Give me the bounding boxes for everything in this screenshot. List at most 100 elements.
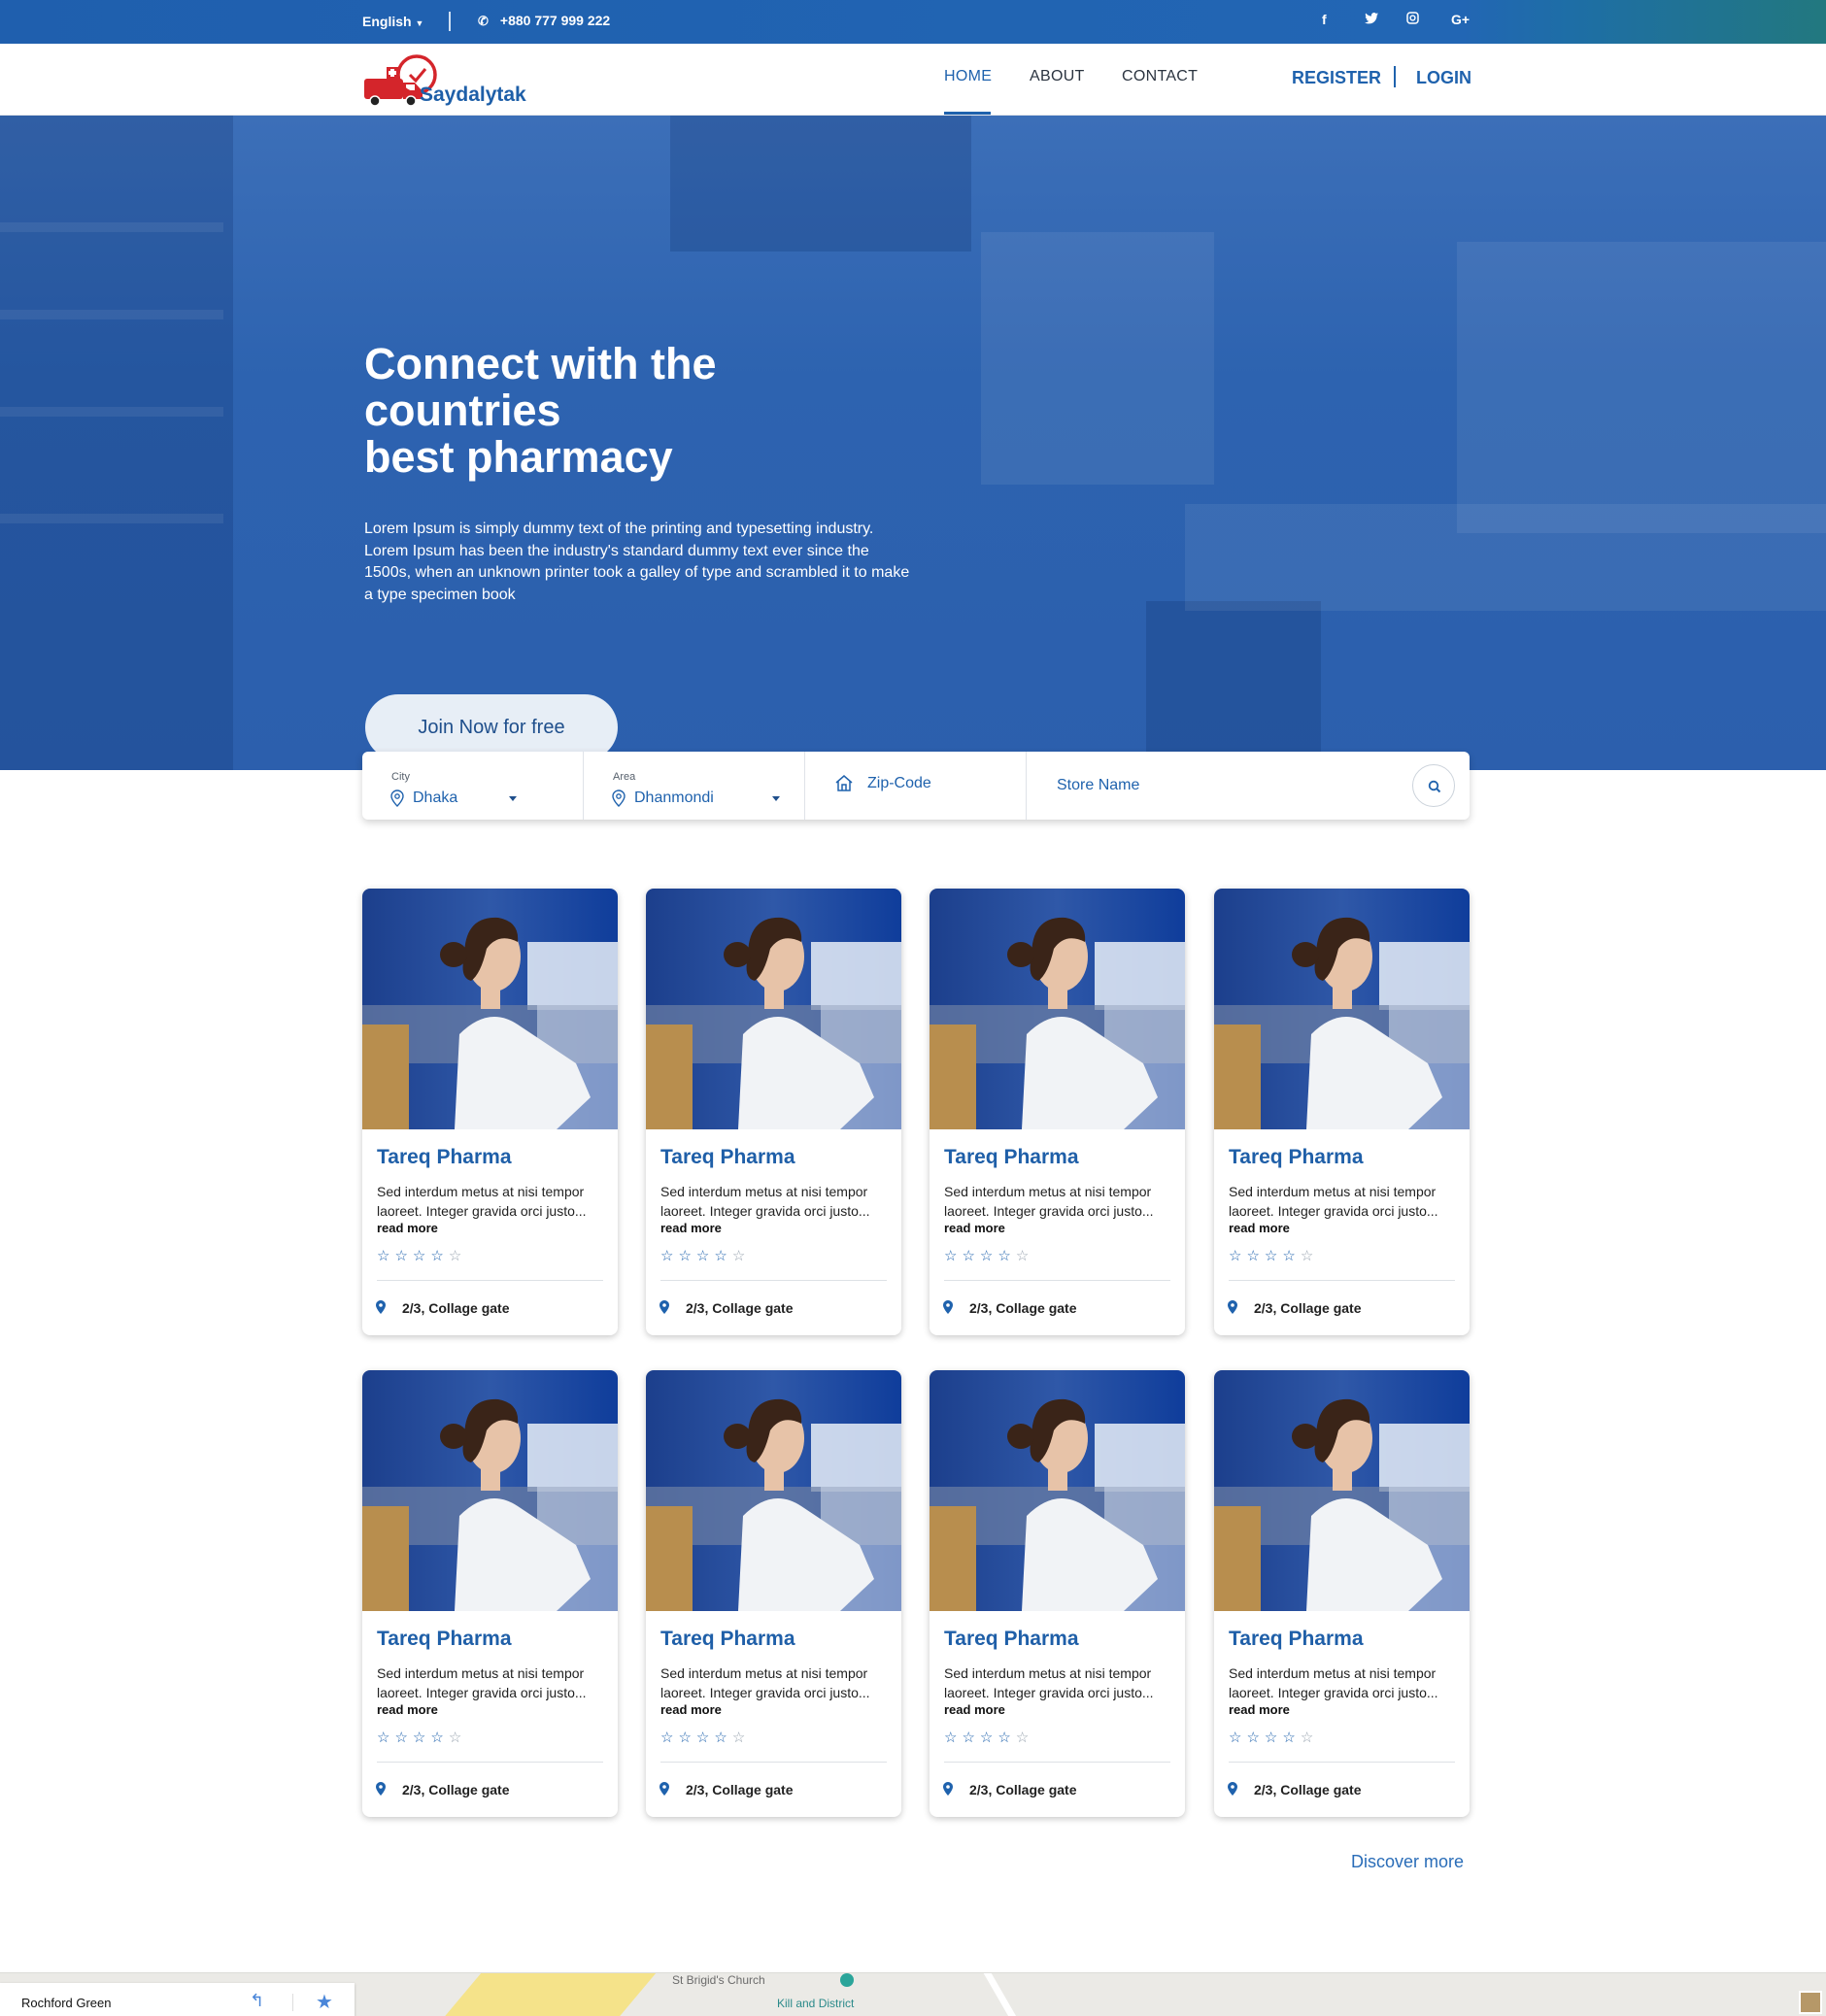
directions-icon[interactable]: ↰	[250, 1991, 264, 2011]
pharmacy-name[interactable]: Tareq Pharma	[1229, 1146, 1364, 1169]
search-button[interactable]	[1412, 764, 1455, 807]
pharmacist-photo[interactable]	[362, 889, 618, 1129]
pharmacy-card[interactable]: Tareq Pharma Sed interdum metus at nisi t…	[1214, 1370, 1470, 1817]
read-more-link[interactable]: read more	[660, 1702, 722, 1717]
star-icon: ☆	[1015, 1730, 1034, 1746]
logo-text[interactable]: Saydalytak	[420, 84, 526, 107]
pharmacy-address: 2/3, Collage gate	[402, 1300, 510, 1316]
google-plus-icon[interactable]: G+	[1451, 12, 1470, 27]
store-name-field[interactable]: Store Name	[1057, 777, 1139, 794]
pharmacy-card[interactable]: Tareq Pharma Sed interdum metus at nisi t…	[362, 889, 618, 1335]
city-select[interactable]: City Dhaka	[362, 752, 584, 820]
read-more-link[interactable]: read more	[377, 1702, 438, 1717]
register-link[interactable]: REGISTER	[1292, 68, 1381, 88]
pharmacy-name[interactable]: Tareq Pharma	[660, 1146, 795, 1169]
read-more-link[interactable]: read more	[660, 1221, 722, 1235]
facebook-icon[interactable]: f	[1322, 12, 1327, 27]
join-now-button[interactable]: Join Now for free	[365, 694, 618, 760]
star-icon: ☆	[1300, 1730, 1319, 1746]
counter-decoration	[1185, 504, 1826, 611]
nav-contact[interactable]: CONTACT	[1122, 68, 1198, 85]
pharmacy-card[interactable]: Tareq Pharma Sed interdum metus at nisi t…	[362, 1370, 618, 1817]
star-icon: ☆	[979, 1730, 998, 1746]
pharmacist-photo[interactable]	[930, 1370, 1185, 1611]
pharmacy-name[interactable]: Tareq Pharma	[1229, 1628, 1364, 1651]
nav-home[interactable]: HOME	[944, 68, 992, 85]
star-icon: ☆	[1300, 1248, 1319, 1264]
zip-code-placeholder: Zip-Code	[867, 775, 931, 791]
city-label: City	[391, 771, 410, 783]
star-icon: ☆	[412, 1730, 431, 1746]
divider	[449, 12, 451, 31]
pharmacy-name[interactable]: Tareq Pharma	[944, 1146, 1079, 1169]
area-select[interactable]: Area Dhanmondi	[584, 752, 805, 820]
shelf-decoration	[0, 310, 223, 319]
hero-description: Lorem Ipsum is simply dummy text of the …	[364, 521, 910, 603]
pharmacy-description: Sed interdum metus at nisi tempor laoree…	[1229, 1184, 1438, 1219]
pharmacy-address: 2/3, Collage gate	[969, 1300, 1077, 1316]
pharmacy-name[interactable]: Tareq Pharma	[377, 1628, 512, 1651]
discover-more-link[interactable]: Discover more	[1351, 1852, 1464, 1872]
location-pin-icon	[1228, 1782, 1237, 1796]
pharmacist-photo[interactable]	[1214, 889, 1470, 1129]
pharmacy-name[interactable]: Tareq Pharma	[944, 1628, 1079, 1651]
pharmacy-card[interactable]: Tareq Pharma Sed interdum metus at nisi t…	[646, 1370, 901, 1817]
star-icon: ☆	[944, 1730, 963, 1746]
pharmacist-photo[interactable]	[362, 1370, 618, 1611]
divider	[1394, 66, 1396, 87]
rating-stars: ☆☆☆☆☆	[377, 1247, 466, 1264]
pharmacy-card[interactable]: Tareq Pharma Sed interdum metus at nisi t…	[1214, 889, 1470, 1335]
map-marker-icon[interactable]	[840, 1973, 854, 1987]
map-place-card: Rochford Green ↰ ★	[0, 1983, 355, 2016]
location-pin-icon	[943, 1300, 953, 1314]
pharmacy-name[interactable]: Tareq Pharma	[660, 1628, 795, 1651]
pharmacist-photo[interactable]	[1214, 1370, 1470, 1611]
read-more-link[interactable]: read more	[1229, 1702, 1290, 1717]
star-icon: ☆	[731, 1730, 751, 1746]
twitter-icon[interactable]	[1365, 12, 1378, 27]
star-icon: ☆	[695, 1248, 715, 1264]
phone-number[interactable]: ✆ +880 777 999 222	[478, 13, 610, 29]
pharmacy-card[interactable]: Tareq Pharma Sed interdum metus at nisi t…	[646, 889, 901, 1335]
pharmacy-card[interactable]: Tareq Pharma Sed interdum metus at nisi t…	[930, 1370, 1185, 1817]
read-more-link[interactable]: read more	[944, 1702, 1005, 1717]
map-label: St Brigid's Church	[672, 1973, 765, 1987]
shelf-decoration	[0, 514, 223, 523]
rating-stars: ☆☆☆☆☆	[1229, 1247, 1318, 1264]
hero-slider: Connect with the countries best pharmacy…	[0, 116, 1826, 770]
star-icon: ☆	[731, 1248, 751, 1264]
hero-title-line: best pharmacy	[364, 432, 673, 482]
shelf-decoration	[1457, 242, 1826, 533]
star-icon: ☆	[962, 1248, 980, 1264]
nav-about[interactable]: ABOUT	[1030, 68, 1085, 85]
pharmacist-photo[interactable]	[646, 889, 901, 1129]
star-icon: ☆	[394, 1730, 413, 1746]
login-link[interactable]: LOGIN	[1416, 68, 1471, 88]
navbar: Saydalytak HOME ABOUT CONTACT REGISTER L…	[0, 44, 1826, 116]
pharmacy-card[interactable]: Tareq Pharma Sed interdum metus at nisi t…	[930, 889, 1185, 1335]
pharmacy-address: 2/3, Collage gate	[686, 1782, 794, 1798]
rating-stars: ☆☆☆☆☆	[377, 1729, 466, 1746]
sign-decoration	[670, 116, 971, 252]
pharmacist-photo[interactable]	[646, 1370, 901, 1611]
home-icon	[835, 775, 853, 791]
star-icon: ☆	[714, 1248, 732, 1264]
instagram-icon[interactable]	[1406, 12, 1419, 27]
pharmacist-photo[interactable]	[930, 889, 1185, 1129]
star-icon: ☆	[1229, 1730, 1247, 1746]
divider	[944, 1762, 1170, 1763]
read-more-link[interactable]: read more	[944, 1221, 1005, 1235]
map-thumbnail[interactable]	[1799, 1991, 1822, 2014]
divider	[377, 1280, 603, 1281]
pharmacy-name[interactable]: Tareq Pharma	[377, 1146, 512, 1169]
star-icon[interactable]: ★	[316, 1990, 333, 2014]
zip-code-field[interactable]: Zip-Code	[805, 752, 1027, 820]
language-selector[interactable]: English ▼	[362, 14, 423, 29]
star-icon: ☆	[430, 1248, 449, 1264]
shelf-decoration	[0, 407, 223, 417]
pharmacy-address: 2/3, Collage gate	[1254, 1782, 1362, 1798]
pharmacy-address: 2/3, Collage gate	[402, 1782, 510, 1798]
read-more-link[interactable]: read more	[377, 1221, 438, 1235]
map[interactable]: St Brigid's Church Kill and District Roc…	[0, 1972, 1826, 2016]
read-more-link[interactable]: read more	[1229, 1221, 1290, 1235]
